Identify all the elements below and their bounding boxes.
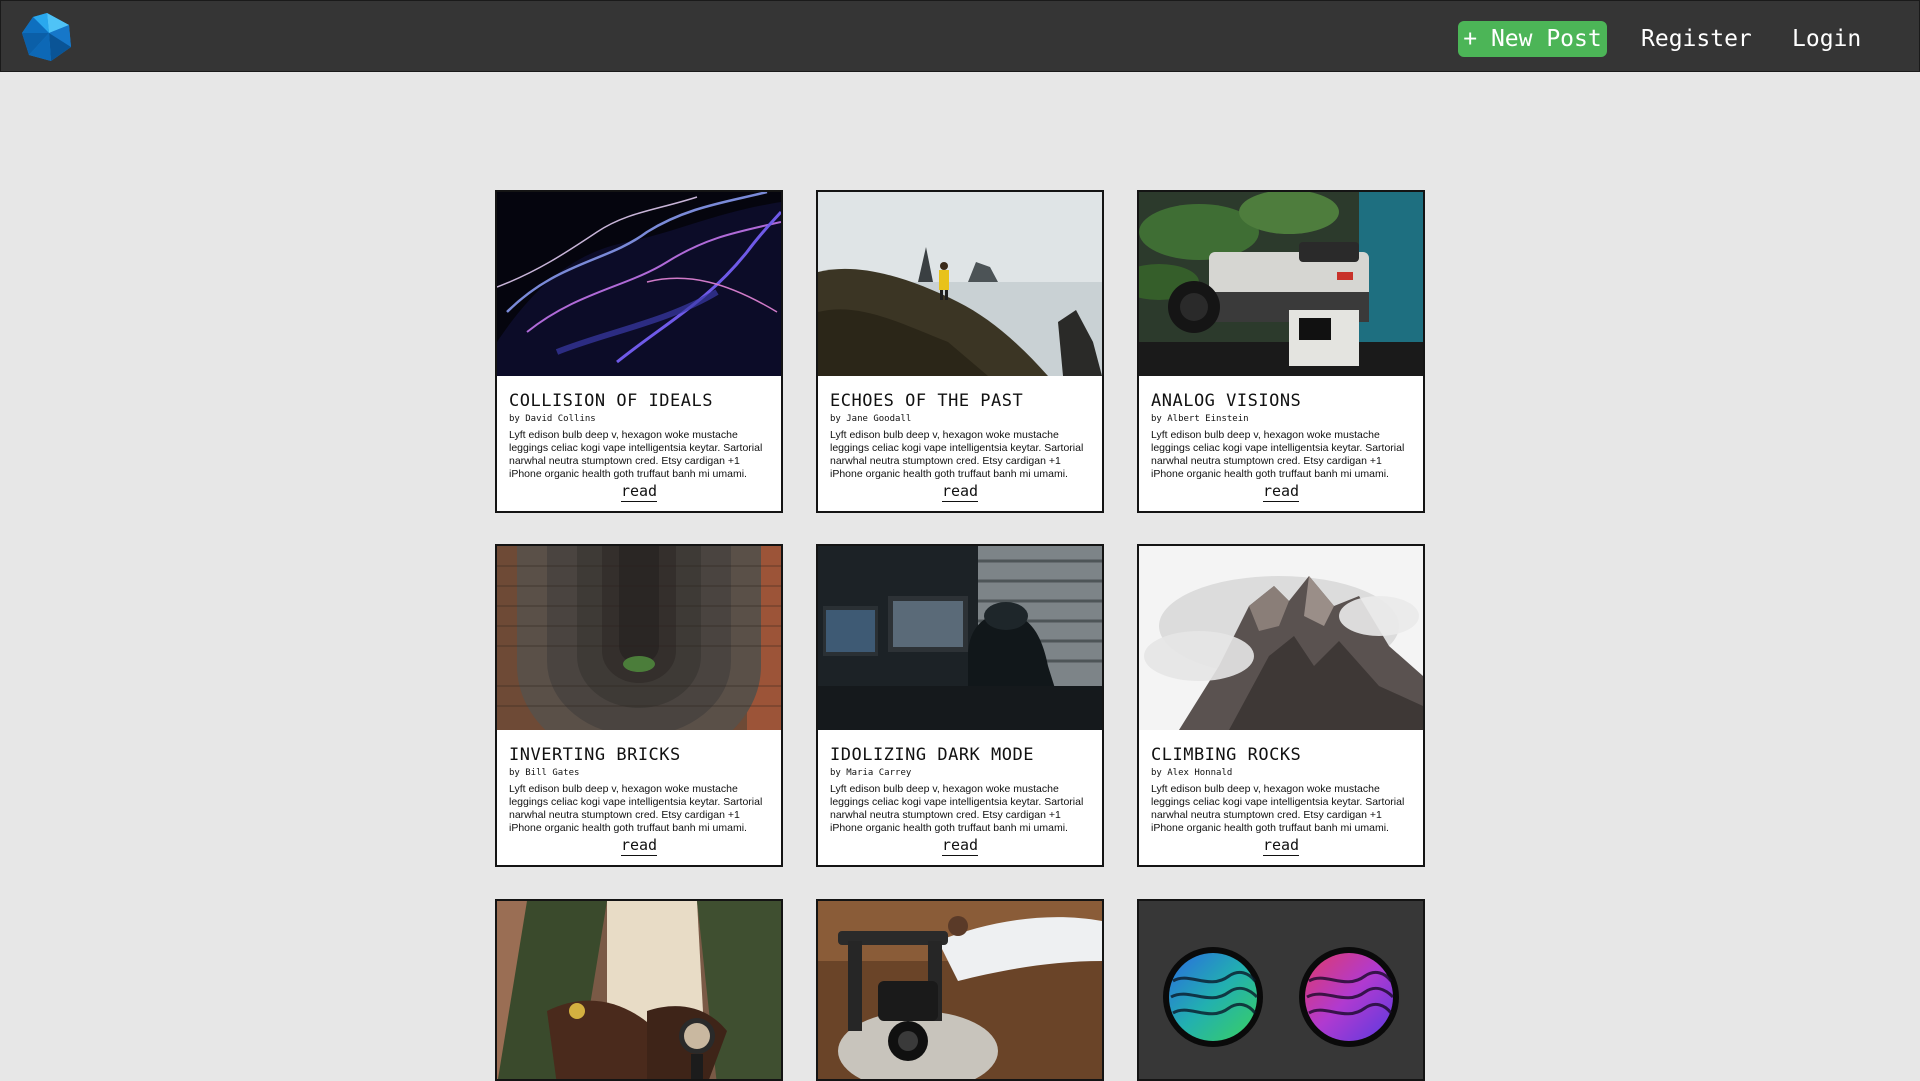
read-link-wrapper: read — [497, 836, 781, 856]
post-image[interactable] — [818, 546, 1102, 730]
post-card — [1137, 899, 1425, 1081]
new-post-button[interactable]: + New Post — [1458, 21, 1607, 57]
post-image[interactable] — [497, 546, 781, 730]
read-link-wrapper: read — [497, 482, 781, 502]
post-author: by Albert Einstein — [1151, 414, 1249, 424]
post-image[interactable] — [1139, 192, 1423, 376]
post-author: by David Collins — [509, 414, 596, 424]
read-link-wrapper: read — [818, 836, 1102, 856]
post-card: IDOLIZING DARK MODE by Maria Carrey Lyft… — [816, 544, 1104, 867]
post-image[interactable] — [818, 901, 1102, 1079]
top-navbar: + New Post Register Login — [0, 0, 1920, 72]
post-excerpt: Lyft edison bulb deep v, hexagon woke mu… — [830, 429, 1084, 480]
post-author: by Alex Honnald — [1151, 768, 1233, 778]
post-card: ECHOES OF THE PAST by Jane Goodall Lyft … — [816, 190, 1104, 513]
register-link[interactable]: Register — [1641, 21, 1752, 57]
read-link[interactable]: read — [941, 836, 979, 856]
read-link[interactable]: read — [620, 482, 658, 502]
post-excerpt: Lyft edison bulb deep v, hexagon woke mu… — [830, 783, 1084, 834]
login-link[interactable]: Login — [1792, 21, 1861, 57]
read-link[interactable]: read — [941, 482, 979, 502]
read-link[interactable]: read — [620, 836, 658, 856]
read-link-wrapper: read — [1139, 482, 1423, 502]
post-card: CLIMBING ROCKS by Alex Honnald Lyft edis… — [1137, 544, 1425, 867]
post-image[interactable] — [497, 192, 781, 376]
post-title: IDOLIZING DARK MODE — [830, 745, 1034, 765]
post-image[interactable] — [1139, 901, 1423, 1079]
post-excerpt: Lyft edison bulb deep v, hexagon woke mu… — [1151, 429, 1405, 480]
post-author: by Jane Goodall — [830, 414, 912, 424]
post-excerpt: Lyft edison bulb deep v, hexagon woke mu… — [509, 429, 763, 480]
post-title: INVERTING BRICKS — [509, 745, 681, 765]
post-title: ECHOES OF THE PAST — [830, 391, 1024, 411]
post-title: CLIMBING ROCKS — [1151, 745, 1302, 765]
post-card — [495, 899, 783, 1081]
read-link[interactable]: read — [1262, 482, 1300, 502]
post-card: COLLISION OF IDEALS by David Collins Lyf… — [495, 190, 783, 513]
post-title: COLLISION OF IDEALS — [509, 391, 713, 411]
post-author: by Maria Carrey — [830, 768, 912, 778]
read-link-wrapper: read — [818, 482, 1102, 502]
post-image[interactable] — [1139, 546, 1423, 730]
post-excerpt: Lyft edison bulb deep v, hexagon woke mu… — [1151, 783, 1405, 834]
post-card — [816, 899, 1104, 1081]
post-excerpt: Lyft edison bulb deep v, hexagon woke mu… — [509, 783, 763, 834]
post-image[interactable] — [818, 192, 1102, 376]
post-card: ANALOG VISIONS by Albert Einstein Lyft e… — [1137, 190, 1425, 513]
logo-icon[interactable] — [19, 11, 75, 63]
post-image[interactable] — [497, 901, 781, 1079]
post-title: ANALOG VISIONS — [1151, 391, 1302, 411]
post-author: by Bill Gates — [509, 768, 580, 778]
post-card: INVERTING BRICKS by Bill Gates Lyft edis… — [495, 544, 783, 867]
read-link[interactable]: read — [1262, 836, 1300, 856]
read-link-wrapper: read — [1139, 836, 1423, 856]
